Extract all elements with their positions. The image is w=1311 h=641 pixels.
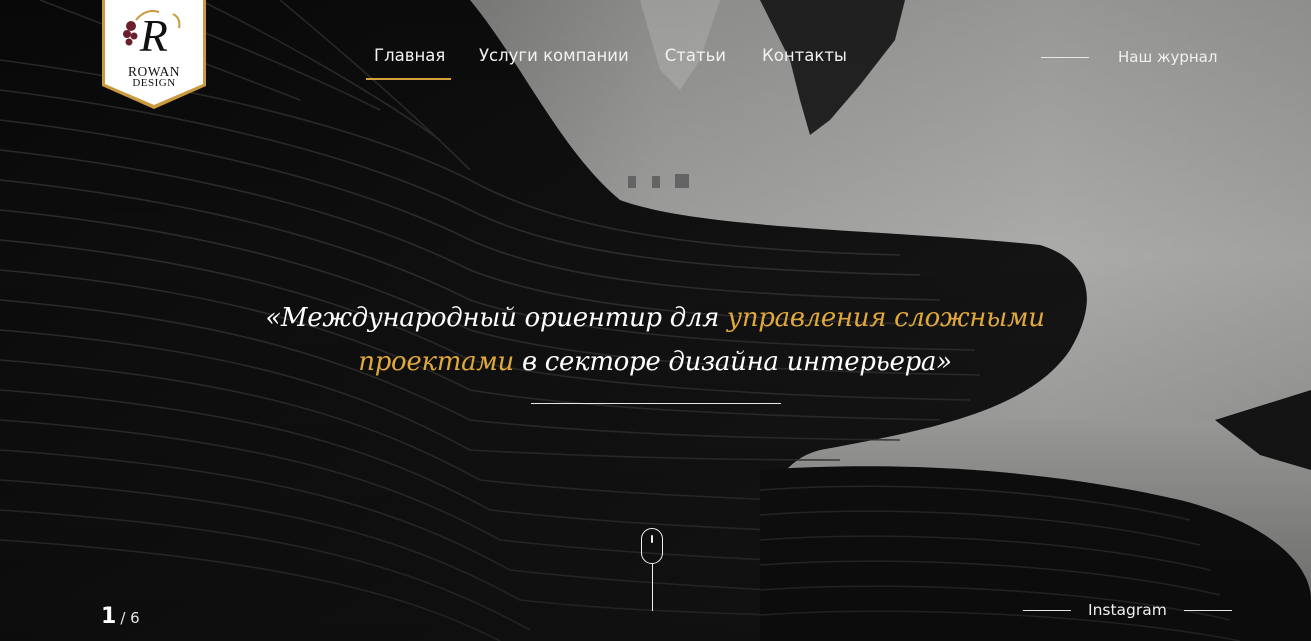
journal-label: Наш журнал: [1118, 48, 1218, 66]
instagram-dash-right: [1183, 609, 1232, 611]
nav-item-label: Статьи: [664, 46, 727, 65]
slide-total: / 6: [120, 609, 140, 627]
logo-monogram: R: [139, 10, 169, 61]
nav-item-contacts[interactable]: Контакты: [754, 44, 855, 80]
nav-item-label: Услуги компании: [479, 46, 629, 65]
slide-current: 1: [101, 604, 117, 629]
main-nav: Главная Услуги компании Статьи Контакты: [366, 44, 855, 80]
quote-part1: Международный ориентир для: [280, 303, 728, 333]
logo-line2: DESIGN: [132, 77, 176, 89]
logo-line1: ROWAN: [128, 64, 180, 79]
quote-part2: в секторе дизайна интерьера: [513, 347, 937, 377]
quote-divider: [531, 403, 781, 404]
journal-dash: [1041, 56, 1089, 58]
journal-link[interactable]: Наш журнал: [1041, 48, 1217, 66]
nav-item-services[interactable]: Услуги компании: [471, 44, 637, 80]
mouse-wheel: [651, 535, 653, 543]
instagram-dash-left: [1023, 609, 1071, 611]
instagram-link[interactable]: Instagram: [1023, 601, 1232, 619]
mouse-scroll-icon[interactable]: [641, 528, 663, 564]
nav-item-articles[interactable]: Статьи: [657, 44, 734, 80]
nav-item-home[interactable]: Главная: [366, 44, 451, 80]
nav-item-label: Главная: [374, 46, 446, 65]
slide-counter: 1 / 6: [101, 604, 140, 629]
scroll-line: [652, 564, 653, 611]
hero-quote: «Международный ориентир для управления с…: [230, 296, 1080, 384]
instagram-label: Instagram: [1088, 601, 1167, 619]
quote-close: »: [936, 347, 952, 377]
quote-open: «: [265, 303, 281, 333]
nav-item-label: Контакты: [762, 46, 847, 65]
rowan-design-logo[interactable]: R ROWAN DESIGN: [101, 0, 207, 110]
